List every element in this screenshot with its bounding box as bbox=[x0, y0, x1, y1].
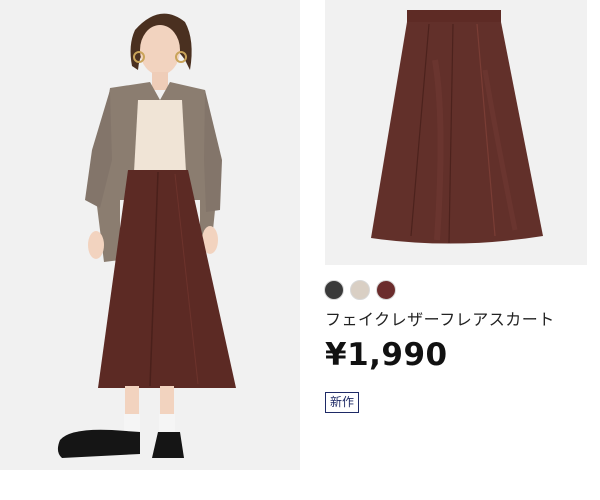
product-name[interactable]: フェイクレザーフレアスカート bbox=[325, 306, 555, 330]
black-swatch[interactable] bbox=[324, 280, 344, 300]
skirt-illustration bbox=[325, 0, 587, 265]
product-photo[interactable] bbox=[325, 0, 587, 265]
color-swatches bbox=[324, 280, 396, 300]
new-badge: 新作 bbox=[325, 392, 360, 413]
burgundy-swatch[interactable] bbox=[376, 280, 396, 300]
model-photo[interactable] bbox=[0, 0, 300, 470]
model-illustration bbox=[0, 0, 300, 470]
product-price: ¥1,990 bbox=[325, 337, 448, 373]
beige-swatch[interactable] bbox=[350, 280, 370, 300]
